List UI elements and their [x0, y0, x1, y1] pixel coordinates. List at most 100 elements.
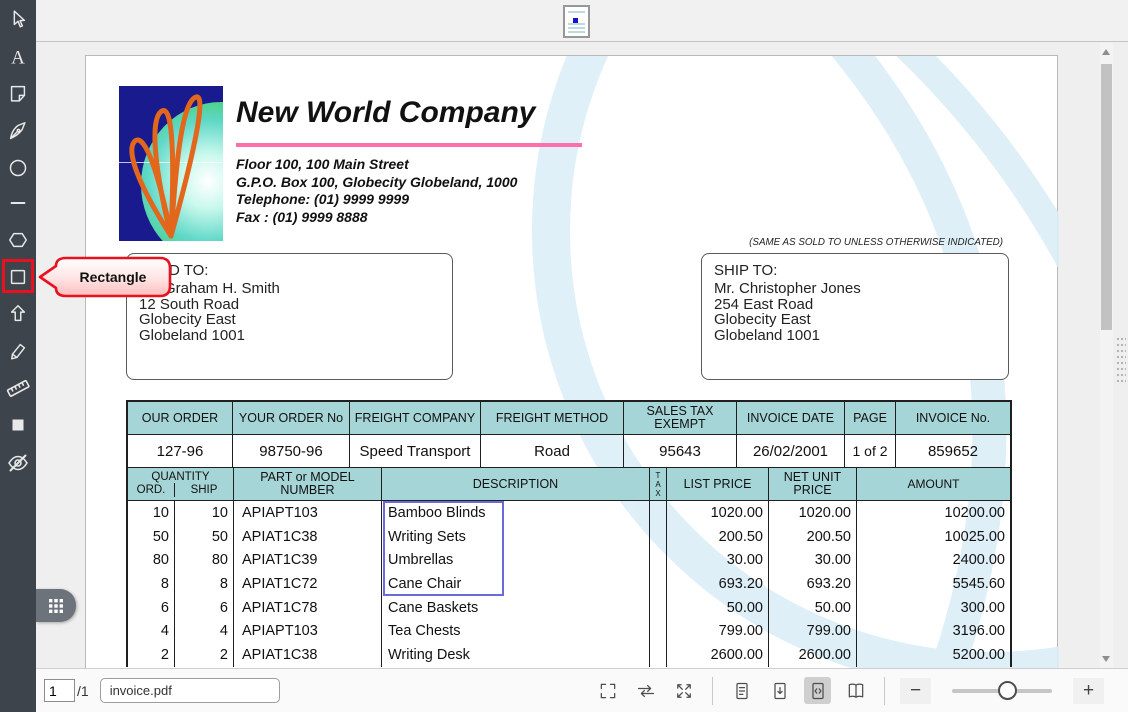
page-fit-icon [811, 682, 824, 699]
company-name: New World Company [236, 96, 536, 129]
column-header: PART or MODEL NUMBER [234, 468, 382, 501]
item-net-price: 50.00 [769, 595, 857, 620]
item-list-price: 2600.00 [667, 643, 769, 667]
ord-label: ORD. [128, 483, 175, 497]
page-scroll-icon [773, 682, 786, 699]
tooltip-text: Rectangle [80, 269, 147, 285]
select-tool[interactable] [4, 5, 32, 33]
items-header-row: QUANTITY ORD. SHIP PART or MODEL NUMBER … [128, 468, 1010, 501]
scroll-down-icon[interactable] [1102, 656, 1110, 662]
fit-width-button[interactable] [632, 677, 659, 704]
column-header: PAGE [845, 402, 896, 435]
pen-tool[interactable] [4, 117, 32, 145]
column-header: FREIGHT COMPANY [350, 402, 481, 435]
filename-input[interactable] [99, 678, 280, 703]
item-amount: 300.00 [960, 599, 1005, 616]
item-ship: 50 [175, 524, 234, 549]
zoom-slider[interactable] [952, 680, 1052, 700]
item-ord: 80 [128, 548, 175, 573]
annotation-toolbar: A [0, 0, 36, 712]
zoom-out-button[interactable]: − [900, 677, 931, 704]
item-part: APIAT1C78 [234, 595, 382, 620]
thumbnail-line [568, 11, 585, 13]
highlighter-icon [11, 343, 26, 360]
item-part: APIAPT103 [234, 501, 382, 525]
fullscreen-icon [600, 683, 615, 698]
scroll-up-icon[interactable] [1102, 49, 1110, 55]
grid-icon [49, 598, 63, 613]
pdf-page: New World Company Floor 100, 100 Main St… [85, 55, 1059, 668]
view-controls: − + [594, 676, 1104, 705]
item-tax [650, 643, 667, 667]
page-number-input[interactable] [44, 679, 75, 702]
polygon-tool[interactable] [4, 226, 32, 254]
quantity-label: QUANTITY [151, 471, 210, 483]
item-net-price: 30.00 [769, 548, 857, 573]
item-ord: 4 [128, 619, 175, 644]
tooltip-rectangle: Rectangle [38, 256, 172, 298]
item-amount: 5545.60 [952, 575, 1005, 592]
filled-square-icon [12, 419, 24, 431]
fit-view-button[interactable] [804, 677, 831, 704]
note-tool[interactable] [4, 80, 32, 108]
line-tool[interactable] [4, 189, 32, 217]
ship-to-line: Globeland 1001 [714, 327, 820, 345]
sold-to-label: SOLD TO: [139, 262, 209, 279]
text-tool[interactable]: A [4, 43, 32, 71]
arrow-tool[interactable] [4, 300, 32, 328]
column-header: AMOUNT [857, 468, 1010, 501]
vertical-scrollbar[interactable] [1100, 43, 1113, 668]
expand-arrows-icon [676, 683, 691, 698]
pen-icon [9, 122, 26, 140]
item-ship: 6 [175, 595, 234, 620]
scrolling-view-button[interactable] [766, 677, 793, 704]
thumbnail-line [568, 23, 585, 25]
item-desc: Writing Desk [382, 643, 650, 667]
item-tax [650, 524, 667, 549]
single-page-icon [735, 682, 748, 699]
item-list-price: 1020.00 [667, 501, 769, 525]
ruler-tool[interactable] [4, 374, 32, 402]
grid-panel-toggle[interactable] [36, 589, 76, 622]
ellipse-tool[interactable] [4, 154, 32, 182]
company-logo [119, 86, 223, 241]
item-ship: 80 [175, 548, 234, 573]
filled-rectangle-tool[interactable] [4, 411, 32, 439]
bottom-toolbar: /1 − + [36, 668, 1128, 712]
panel-resize-grip[interactable] [1116, 336, 1126, 382]
scrollbar-thumb[interactable] [1101, 64, 1112, 330]
note-icon [10, 85, 26, 102]
table-cell: 1 of 2 [845, 435, 896, 468]
item-tax [650, 501, 667, 525]
table-cell: 859652 [896, 435, 1010, 468]
rectangle-annotation[interactable] [383, 501, 504, 596]
sold-to-line: 12 South Road [139, 295, 240, 313]
ship-to-label: SHIP TO: [714, 262, 778, 279]
column-header-tax: TAX [650, 468, 667, 501]
single-page-view-button[interactable] [728, 677, 755, 704]
item-ord: 10 [128, 501, 175, 525]
company-address: Floor 100, 100 Main Street G.P.O. Box 10… [236, 156, 517, 227]
zoom-in-button[interactable]: + [1073, 677, 1104, 704]
page-thumbnail[interactable] [563, 5, 590, 38]
page-total-label: /1 [77, 682, 89, 699]
item-amount: 3196.00 [952, 623, 1005, 640]
item-list-price: 30.00 [667, 548, 769, 573]
table-cell: 95643 [624, 435, 737, 468]
toolbar-separator [712, 676, 713, 705]
fit-page-button[interactable] [670, 677, 697, 704]
highlighter-tool[interactable] [4, 337, 32, 365]
column-header: DESCRIPTION [382, 468, 650, 501]
book-view-button[interactable] [842, 677, 869, 704]
item-tax [650, 595, 667, 620]
item-list-price: 200.50 [667, 524, 769, 549]
item-part: APIAT1C38 [234, 643, 382, 667]
column-header: OUR ORDER [128, 402, 233, 435]
zoom-slider-knob[interactable] [998, 680, 1017, 700]
fullscreen-button[interactable] [594, 677, 621, 704]
item-part: APIAT1C38 [234, 524, 382, 549]
item-ship: 8 [175, 572, 234, 596]
hide-annotations-tool[interactable] [4, 449, 32, 477]
column-header: SALES TAX EXEMPT [624, 402, 737, 435]
address-line: Fax : (01) 9999 8888 [236, 209, 368, 226]
